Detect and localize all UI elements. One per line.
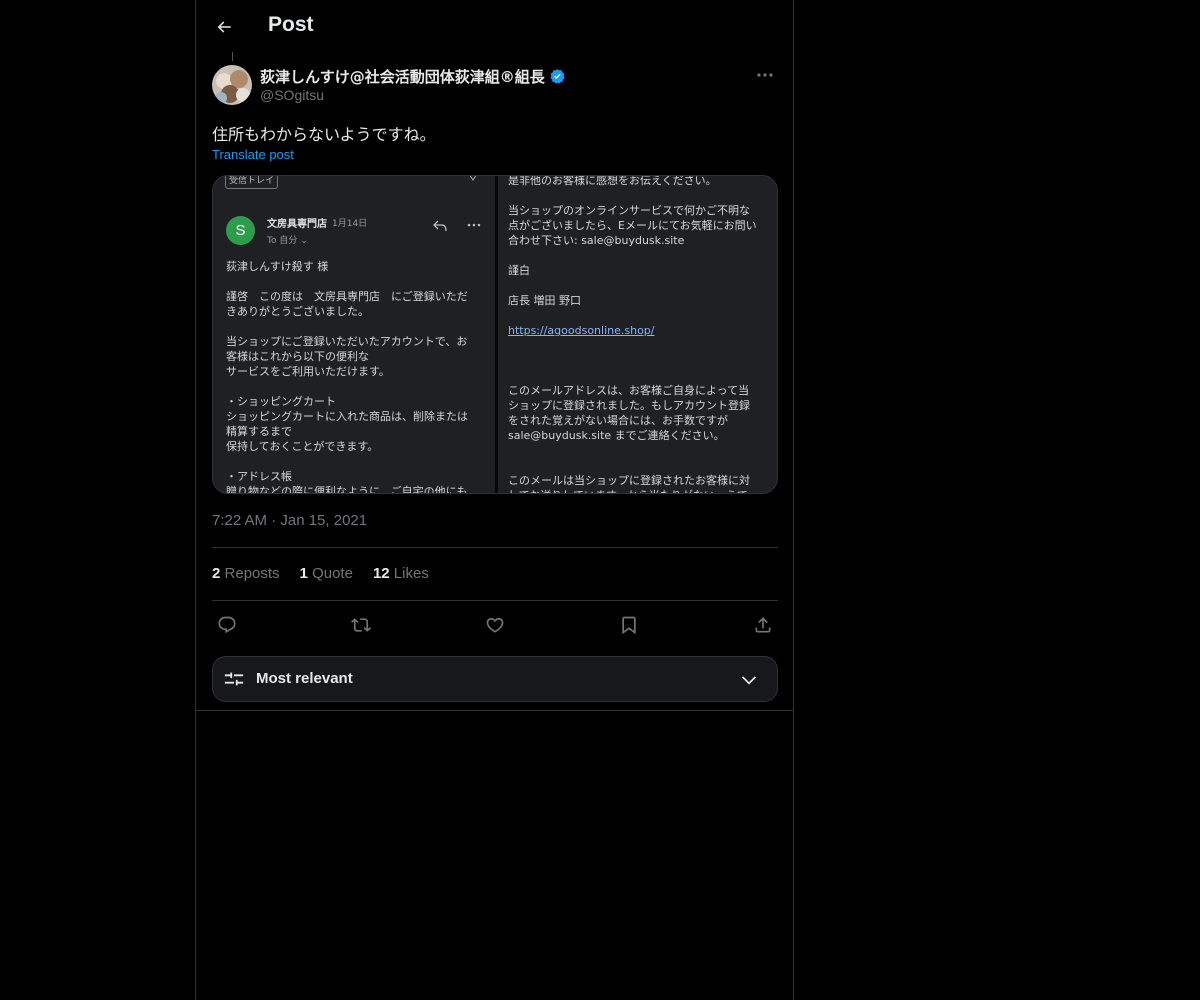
email-link: https://agoodsonline.shop/ — [508, 324, 655, 337]
reposts-stat[interactable]: 2 Reposts — [212, 565, 280, 582]
share-icon — [755, 617, 771, 633]
repost-button[interactable] — [348, 612, 374, 638]
thread-line — [232, 52, 233, 61]
email-closing: 謹白 — [508, 264, 530, 277]
action-bar — [212, 612, 778, 638]
like-icon — [486, 617, 504, 633]
bookmark-button[interactable] — [616, 612, 642, 638]
likes-count: 12 — [372, 565, 390, 582]
reply-arrow-icon — [433, 220, 447, 232]
more-options-button[interactable] — [752, 65, 778, 85]
email-contact-paragraph: 当ショップのオンラインサービスで何かご不明な 点がございましたら、Eメールにてお… — [508, 204, 757, 247]
sender-avatar: S — [226, 216, 255, 245]
inbox-chip: 受信トレイ — [225, 176, 279, 189]
reposts-count: 2 — [212, 565, 221, 582]
like-button[interactable] — [482, 612, 508, 638]
author-handle[interactable]: @SOgitsu — [260, 87, 324, 103]
sort-label: Most relevant — [256, 670, 353, 687]
likes-stat[interactable]: 12 Likes — [373, 565, 429, 582]
bookmark-icon — [622, 616, 636, 635]
name-row: 荻津しんすけ@社会活動団体荻津組®組長 — [260, 66, 566, 87]
avatar[interactable] — [212, 65, 252, 105]
quotes-label: Quote — [312, 565, 353, 582]
author-row: 荻津しんすけ@社会活動団体荻津組®組長 @SOgitsu — [212, 65, 778, 107]
reposts-label: Reposts — [224, 565, 280, 582]
recipient-line: To 自分 ⌄ — [267, 236, 308, 246]
likes-label: Likes — [393, 565, 429, 582]
filter-sliders-icon — [224, 672, 244, 686]
reply-button[interactable] — [214, 612, 240, 638]
divider — [212, 600, 778, 601]
divider — [212, 547, 778, 548]
email-footer-paragraph: このメールは当ショップに登録されたお客様に対 してお送りしています。から当たりが… — [508, 474, 750, 493]
sort-replies-dropdown[interactable]: Most relevant — [212, 656, 778, 702]
arrow-left-icon — [217, 21, 231, 33]
email-signature: 店長 増田 野口 — [508, 294, 581, 307]
share-button[interactable] — [750, 612, 776, 638]
sender-name: 文房具専門店 — [267, 219, 327, 230]
quotes-count: 1 — [299, 565, 308, 582]
star-icon — [469, 176, 477, 181]
verified-badge-icon — [550, 69, 565, 84]
post-text: 住所もわからないようですね。 — [212, 125, 436, 144]
chevron-down-icon — [741, 676, 757, 685]
display-name[interactable]: 荻津しんすけ@社会活動団体荻津組®組長 — [260, 66, 545, 87]
sender-date: 1月14日 — [332, 219, 368, 229]
primary-column: Post 荻津しんすけ@社会活動団体荻津組®組長 @SOgitsu 住所もわから… — [195, 0, 794, 1000]
engagement-stats: 2 Reposts 1 Quote 12 Likes — [212, 565, 429, 582]
email-line-1: 是非他のお客様に感想をお伝えください。 — [508, 175, 717, 187]
email-body-left: 荻津しんすけ殺す 様 謹啓 この度は 文房具専門店 にご登録いただ きありがとう… — [226, 260, 468, 494]
email-screenshot-left: 受信トレイ S 文房具専門店 1月14日 To 自分 ⌄ 荻津しんすけ殺す 様 … — [213, 176, 495, 493]
email-screenshot-right: 是非他のお客様に感想をお伝えください。 当ショップのオンラインサービスで何かご不… — [498, 176, 777, 493]
page-title: Post — [268, 13, 314, 36]
more-horizontal-icon — [757, 73, 773, 77]
section-divider — [196, 710, 793, 711]
post-timestamp[interactable]: 7:22 AM · Jan 15, 2021 — [212, 512, 367, 529]
email-notice-paragraph: このメールアドレスは、お客様ご自身によって当 ショップに登録されました。もしアカ… — [508, 384, 750, 442]
repost-icon — [351, 618, 371, 632]
reply-icon — [218, 616, 236, 634]
post-media-image[interactable]: 受信トレイ S 文房具専門店 1月14日 To 自分 ⌄ 荻津しんすけ殺す 様 … — [212, 175, 778, 494]
post-header: Post — [196, 0, 793, 54]
back-button[interactable] — [209, 12, 239, 42]
quotes-stat[interactable]: 1 Quote — [300, 565, 353, 582]
translate-post-link[interactable]: Translate post — [212, 147, 294, 162]
email-more-icon — [467, 223, 481, 227]
